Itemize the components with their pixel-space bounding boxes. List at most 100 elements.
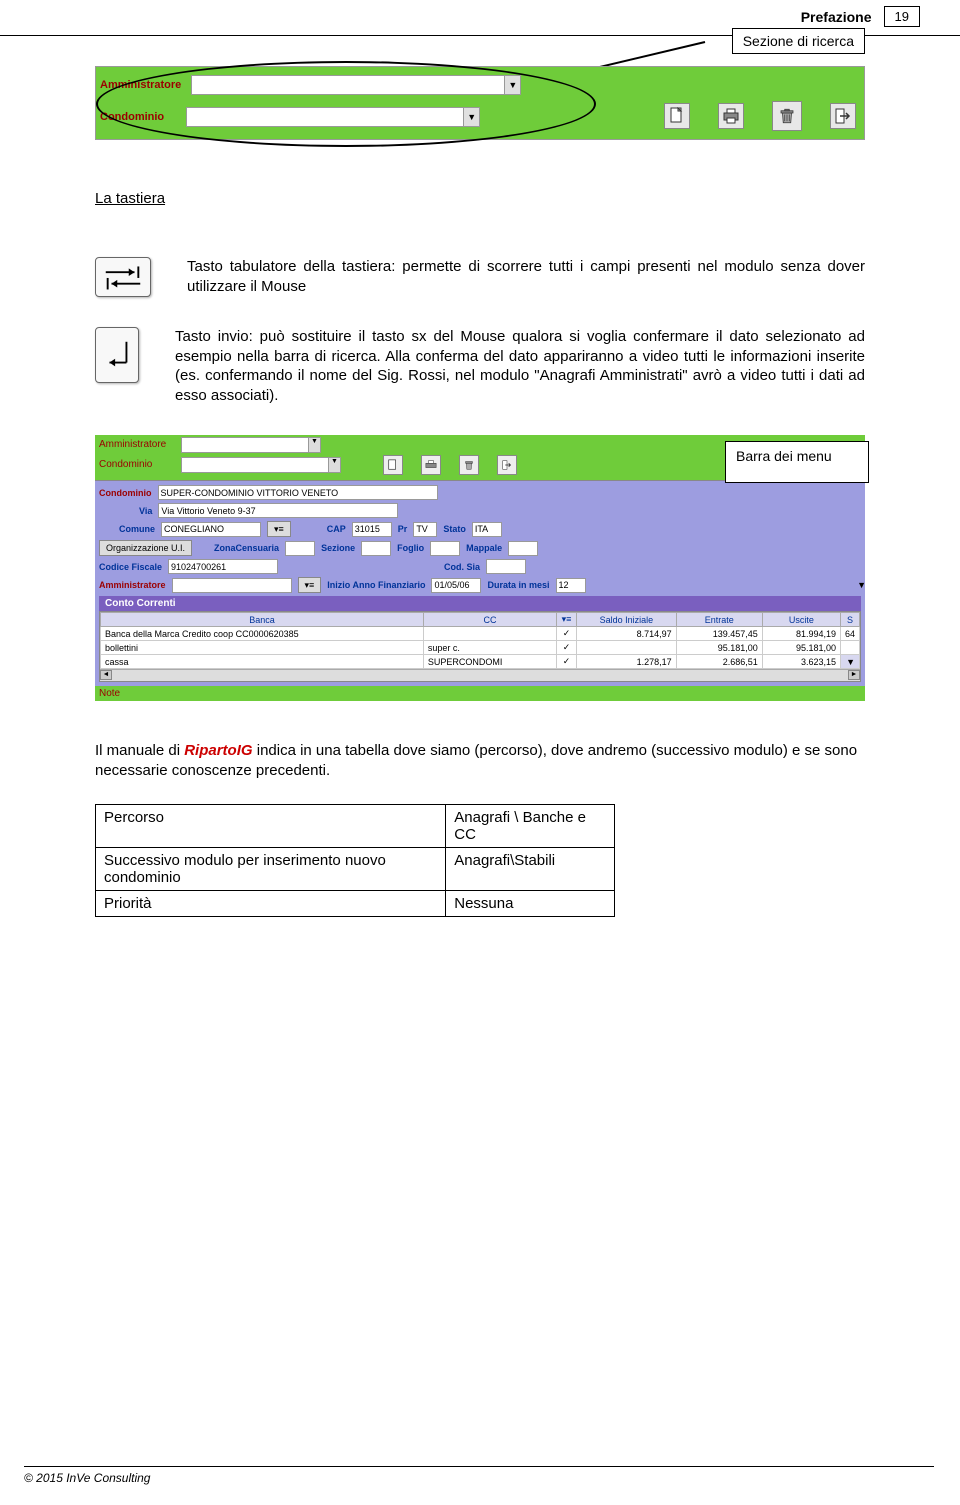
foglio-field[interactable] [430,541,460,556]
info-key: Percorso [96,805,446,848]
stato-field[interactable]: ITA [472,522,502,537]
section-title: La tastiera [95,190,865,207]
comune-label: Comune [119,524,155,534]
ammin-field[interactable]: ▼ [172,578,292,593]
detail-screenshot: Amministratore Condominio ▼ ▼ Barra dei … [95,435,865,701]
zona-field[interactable] [285,541,315,556]
exit-icon [834,107,852,125]
chevron-down-icon[interactable]: ▼ [463,108,479,126]
info-table: Percorso Anagrafi \ Banche e CC Successi… [95,804,615,917]
conto-correnti-header: Conto Correnti [99,596,861,611]
comune-lookup[interactable]: ▾≡ [267,521,291,537]
trash-icon [778,107,796,125]
chevron-down-icon[interactable]: ▼ [308,438,320,452]
zona-label: ZonaCensuaria [214,543,279,553]
exit-icon [501,459,513,471]
new-button[interactable] [664,103,690,129]
stato-label: Stato [443,524,466,534]
exit-button[interactable] [830,103,856,129]
delete-button[interactable] [772,101,802,131]
col-banca[interactable]: Banca [101,613,424,627]
ammin-lookup[interactable]: ▾≡ [298,577,322,593]
col-uscite[interactable]: Uscite [762,613,840,627]
trash-icon [463,459,475,471]
new-button2[interactable] [383,455,403,475]
col-sort[interactable]: ▾≡ [557,613,577,627]
enter-key-icon [95,327,139,383]
exit-button2[interactable] [497,455,517,475]
condominio-label: Condominio [100,111,164,123]
info-value: Anagrafi \ Banche e CC [446,805,615,848]
manual-paragraph: Il manuale di RipartoIG indica in una ta… [95,741,865,780]
print-button[interactable] [718,103,744,129]
delete-button2[interactable] [459,455,479,475]
page-footer: © 2015 InVe Consulting [24,1466,934,1485]
info-value: Anagrafi\Stabili [446,848,615,891]
header-title: Prefazione [801,9,872,25]
cf-label: Codice Fiscale [99,562,162,572]
info-key: Successivo modulo per inserimento nuovo … [96,848,446,891]
sezione-field[interactable] [361,541,391,556]
enter-key-description: Tasto invio: può sostituire il tasto sx … [175,327,865,405]
product-name: RipartoIG [184,742,252,759]
note-label: Note [95,686,865,701]
info-value: Nessuna [446,891,615,917]
via-field[interactable]: Via Vittorio Veneto 9-37 [158,503,398,518]
banks-table: Banca CC ▾≡ Saldo Iniziale Entrate Uscit… [99,611,861,682]
codsia-label: Cod. Sia [444,562,480,572]
chevron-down-icon[interactable]: ▼ [328,458,340,472]
printer-icon [425,459,437,471]
menubar-callout: Barra dei menu [725,441,869,483]
org-ui-button[interactable]: Organizzazione U.I. [99,540,192,556]
scroll-left-button[interactable]: ◄ [100,670,112,680]
chevron-down-icon[interactable]: ▼ [504,76,520,94]
info-key: Priorità [96,891,446,917]
table-row[interactable]: bollettini super c. ✓ 95.181,00 95.181,0… [101,641,860,655]
page-number: 19 [884,6,920,27]
pr-field[interactable]: TV [413,522,437,537]
tab-key-description: Tasto tabulatore della tastiera: permett… [187,257,865,296]
mappale-label: Mappale [466,543,502,553]
condominio-label3: Condominio [99,488,152,498]
table-row[interactable]: cassa SUPERCONDOMI ✓ 1.278,17 2.686,51 3… [101,655,860,669]
highlight-ellipse [96,61,596,147]
comune-field[interactable]: CONEGLIANO [161,522,261,537]
inizio-field[interactable]: 01/05/06 [431,578,481,593]
pr-label: Pr [398,524,408,534]
col-entrate[interactable]: Entrate [676,613,762,627]
ammin-label: Amministratore [99,580,166,590]
condominio-input[interactable]: ▼ [186,107,480,127]
foglio-label: Foglio [397,543,424,553]
document-icon [668,107,686,125]
table-row[interactable]: Banca della Marca Credito coop CC0000620… [101,627,860,641]
scroll-right-button[interactable]: ► [848,670,860,680]
scroll-down[interactable]: ▼ [840,655,859,669]
condominio-input2[interactable]: ▼ [181,457,341,473]
col-saldo[interactable]: Saldo Iniziale [577,613,677,627]
condominio-label2: Condominio [99,459,152,470]
via-label: Via [139,506,152,516]
durata-label: Durata in mesi [487,580,549,590]
search-callout: Sezione di ricerca [732,28,865,54]
copyright: © 2015 InVe Consulting [24,1471,150,1485]
cap-field[interactable]: 31015 [352,522,392,537]
mappale-field[interactable] [508,541,538,556]
chevron-down-icon[interactable]: ▼ [857,580,866,590]
document-icon [387,459,399,471]
codsia-field[interactable] [486,559,526,574]
col-s[interactable]: S [840,613,859,627]
admin-input[interactable]: ▼ [191,75,521,95]
admin-input2[interactable]: ▼ [181,437,321,453]
admin-label: Amministratore [100,79,181,91]
cap-label: CAP [327,524,346,534]
sezione-label: Sezione [321,543,355,553]
col-cc[interactable]: CC [423,613,556,627]
print-button2[interactable] [421,455,441,475]
search-screenshot: Sezione di ricerca Amministratore ▼ Cond… [95,66,865,140]
durata-field[interactable]: 12 [556,578,586,593]
horizontal-scrollbar[interactable]: ◄ ► [100,669,860,681]
condominio-name-field[interactable]: SUPER-CONDOMINIO VITTORIO VENETO [158,485,438,500]
printer-icon [722,107,740,125]
admin-label2: Amministratore [99,439,166,450]
cf-field[interactable]: 91024700261 [168,559,278,574]
